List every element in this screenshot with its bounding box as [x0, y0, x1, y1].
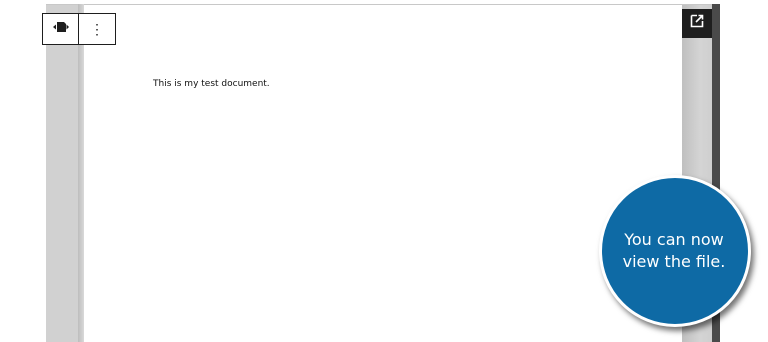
more-options-button[interactable]: ⋮: [79, 14, 115, 44]
callout-line-2: view the file.: [622, 252, 726, 271]
tutorial-callout: You can now view the file.: [599, 175, 751, 327]
more-options-icon: ⋮: [90, 21, 104, 37]
callout-line-1: You can now: [624, 230, 724, 249]
document-body-text: This is my test document.: [153, 79, 270, 89]
editor-canvas: This is my test document. ⋮ You can now …: [0, 0, 768, 342]
open-in-new-tab-icon: [690, 14, 704, 33]
open-in-new-tab-button[interactable]: [682, 9, 712, 38]
callout-text: You can now view the file.: [614, 229, 734, 273]
file-block-button[interactable]: [43, 14, 79, 44]
document-page[interactable]: [84, 5, 682, 342]
block-toolbar: ⋮: [42, 13, 116, 45]
file-block-icon: [52, 20, 70, 39]
